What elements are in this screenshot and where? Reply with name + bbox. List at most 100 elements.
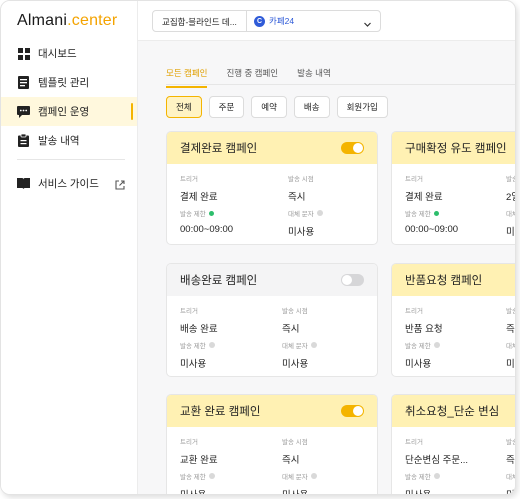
- field-value: 교환 완료: [180, 455, 218, 466]
- sidebar-item-label: 대시보드: [38, 48, 77, 60]
- clipboard-icon: [17, 134, 30, 147]
- trigger-field: 트리거 반품 요청: [405, 305, 443, 335]
- campaign-card[interactable]: 취소요청_단순 변심 트리거 단순변심 주문... 발송 시점 즉시 발송 제한…: [391, 394, 515, 494]
- help-icon[interactable]: [208, 342, 215, 348]
- selector-divider: [246, 11, 247, 31]
- sidebar-nav: 대시보드 템플릿 관리 캠페인 운영 발송 내역: [1, 39, 137, 155]
- campaign-toggle[interactable]: [341, 274, 364, 286]
- help-icon[interactable]: [310, 342, 317, 348]
- field-label: 발송 제한: [405, 343, 431, 350]
- filter-reservation[interactable]: 예약: [251, 96, 287, 118]
- trigger-field: 트리거 교환 완료: [180, 436, 218, 466]
- sidebar-item-templates[interactable]: 템플릿 관리: [1, 68, 137, 97]
- store-selector[interactable]: 교집합-블라인드 데... C 카페24: [152, 10, 381, 32]
- card-header: 구매확정 유도 캠페인: [392, 132, 515, 164]
- tab-divider: [166, 84, 515, 85]
- logo[interactable]: Almani.center: [17, 12, 117, 30]
- card-header: 반품요청 캠페인: [392, 264, 515, 296]
- campaign-card[interactable]: 결제완료 캠페인 트리거 결제 완료 발송 시점 즉시 발송 제한 00:00~…: [166, 131, 378, 245]
- sidebar-divider: [17, 159, 125, 160]
- field-label: 대체 문자: [282, 343, 308, 350]
- alt-text-field: 대체 문자 미사용: [288, 208, 323, 238]
- card-body: 트리거 배송 완료 발송 시점 즉시 발송 제한 미사용 대체 문자 미사용: [167, 296, 377, 376]
- field-label: 트리거: [180, 308, 198, 315]
- platform-label: 카페24: [269, 16, 295, 26]
- field-value: 00:00~09:00: [180, 224, 234, 235]
- help-icon[interactable]: [316, 210, 323, 216]
- field-label: 대체 문자: [506, 211, 515, 218]
- filter-signup[interactable]: 회원가입: [336, 96, 388, 118]
- sidebar-item-label: 발송 내역: [38, 135, 80, 147]
- field-value: 미사용: [506, 359, 515, 370]
- send-time-field: 발송 시점 즉시: [288, 173, 314, 203]
- send-time-field: 발송 시점 즉시: [506, 436, 515, 466]
- card-title: 배송완료 캠페인: [180, 275, 258, 287]
- status-active-dot: [208, 210, 214, 216]
- send-limit-field: 발송 제한 미사용: [405, 340, 440, 370]
- field-label: 대체 문자: [282, 474, 308, 481]
- field-value: 즉시: [288, 192, 306, 203]
- help-icon[interactable]: [208, 473, 215, 479]
- field-label: 대체 문자: [506, 474, 515, 481]
- card-header: 취소요청_단순 변심: [392, 395, 515, 427]
- alt-text-field: 대체 문자 미사용: [282, 471, 317, 494]
- field-value: 미사용: [180, 487, 215, 494]
- platform-select[interactable]: C 카페24: [254, 15, 294, 27]
- field-value: 2일: [506, 192, 515, 203]
- field-label: 발송 시점: [282, 308, 308, 315]
- platform-logo-icon: C: [254, 15, 265, 27]
- card-body: 트리거 결제 완료 발송 시점 즉시 발송 제한 00:00~09:00 대체 …: [167, 164, 377, 244]
- help-icon[interactable]: [310, 473, 317, 479]
- logo-accent: center: [71, 12, 118, 29]
- field-label: 발송 시점: [506, 176, 515, 183]
- send-limit-field: 발송 제한 00:00~09:00: [405, 208, 458, 235]
- field-value: 즉시: [282, 324, 300, 335]
- campaign-toggle[interactable]: [341, 142, 364, 154]
- field-value: 반품 요청: [405, 324, 443, 335]
- filter-shipping[interactable]: 배송: [293, 96, 330, 118]
- field-value: 결제 완료: [405, 192, 443, 203]
- field-label: 트리거: [405, 176, 423, 183]
- field-label: 발송 제한: [405, 474, 431, 481]
- sidebar-item-campaigns[interactable]: 캠페인 운영: [1, 97, 137, 126]
- sidebar-item-service-guide[interactable]: 서비스 가이드: [1, 169, 137, 198]
- alt-text-field: 대체 문자 미사용: [506, 208, 515, 238]
- field-label: 대체 문자: [506, 343, 515, 350]
- main-content: 모든 캠페인 진행 중 캠페인 발송 내역 전체 주문 예약 배송 회원가입 결…: [138, 41, 515, 494]
- card-title: 교환 완료 캠페인: [180, 406, 261, 418]
- sidebar-item-dashboard[interactable]: 대시보드: [1, 39, 137, 68]
- field-label: 트리거: [180, 176, 198, 183]
- store-select-value: 교집합-블라인드 데...: [162, 17, 237, 27]
- field-value: 결제 완료: [180, 192, 218, 203]
- sidebar: Almani.center 대시보드 템플릿 관리 캠페인 운영 발송 내역 서…: [1, 1, 138, 494]
- logo-name: Almani: [17, 12, 68, 29]
- campaign-card[interactable]: 반품요청 캠페인 트리거 반품 요청 발송 시점 즉시 발송 제한 미사용 대체…: [391, 263, 515, 377]
- card-header: 배송완료 캠페인: [167, 264, 377, 296]
- field-value: 미사용: [282, 359, 309, 370]
- status-active-dot: [433, 210, 439, 216]
- field-label: 대체 문자: [288, 211, 314, 218]
- card-title: 구매확정 유도 캠페인: [405, 143, 507, 155]
- card-body: 트리거 반품 요청 발송 시점 즉시 발송 제한 미사용 대체 문자 미사용: [392, 296, 515, 376]
- field-value: 단순변심 주문...: [405, 455, 468, 466]
- trigger-field: 트리거 결제 완료: [180, 173, 218, 203]
- card-title: 결제완료 캠페인: [180, 143, 258, 155]
- campaign-card[interactable]: 구매확정 유도 캠페인 트리거 결제 완료 발송 시점 2일 발송 제한 00:…: [391, 131, 515, 245]
- help-icon[interactable]: [433, 473, 440, 479]
- sidebar-item-send-history[interactable]: 발송 내역: [1, 126, 137, 155]
- filter-all[interactable]: 전체: [166, 96, 202, 118]
- campaign-toggle[interactable]: [341, 405, 364, 417]
- chevron-down-icon[interactable]: [363, 16, 372, 34]
- filter-order[interactable]: 주문: [208, 96, 245, 118]
- campaign-card[interactable]: 배송완료 캠페인 트리거 배송 완료 발송 시점 즉시 발송 제한 미사용 대체…: [166, 263, 378, 377]
- field-label: 발송 시점: [506, 308, 515, 315]
- campaign-card[interactable]: 교환 완료 캠페인 트리거 교환 완료 발송 시점 즉시 발송 제한 미사용 대…: [166, 394, 378, 494]
- send-limit-field: 발송 제한 미사용: [180, 471, 215, 494]
- app-window: Almani.center 대시보드 템플릿 관리 캠페인 운영 발송 내역 서…: [0, 0, 516, 495]
- card-header: 결제완료 캠페인: [167, 132, 377, 164]
- help-icon[interactable]: [433, 342, 440, 348]
- card-title: 취소요청_단순 변심: [405, 406, 500, 418]
- sidebar-item-label: 캠페인 운영: [38, 106, 90, 118]
- field-label: 발송 시점: [506, 439, 515, 446]
- guide-label: 서비스 가이드: [38, 178, 99, 190]
